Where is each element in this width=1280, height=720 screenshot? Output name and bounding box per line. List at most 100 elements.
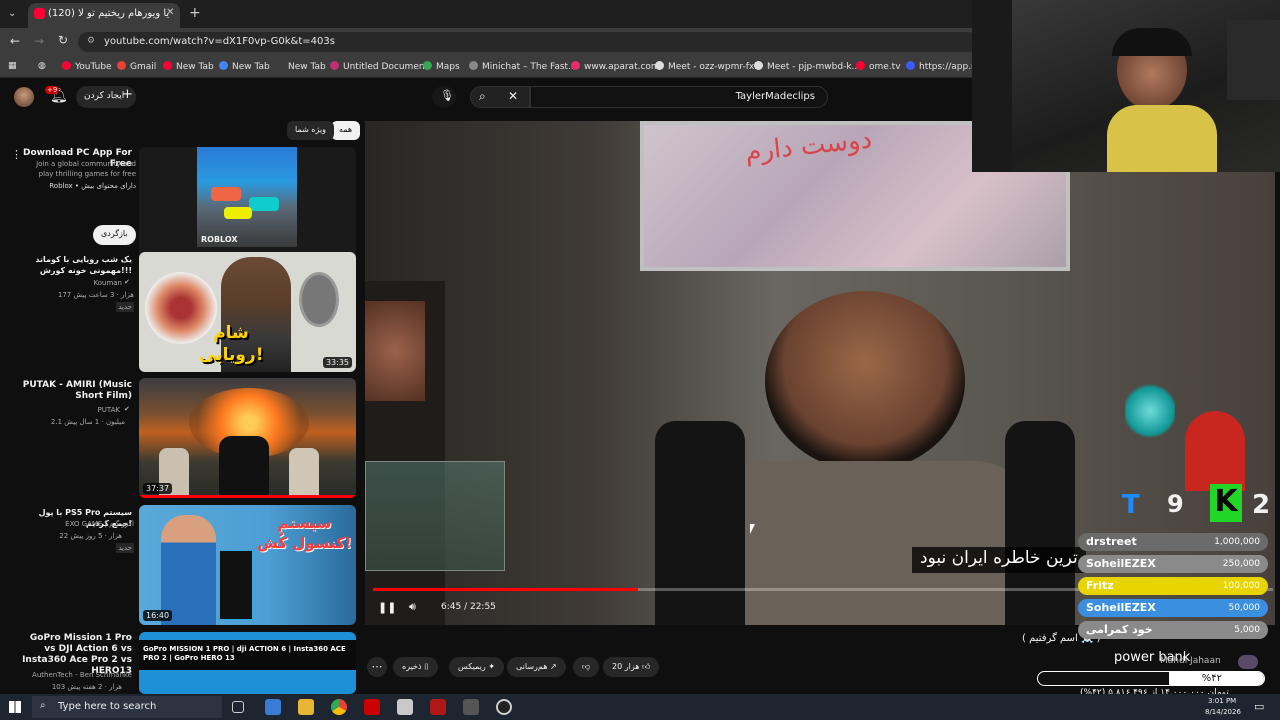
windows-start-icon[interactable] xyxy=(9,701,21,713)
video-title[interactable]: PUTAK - AMIRI (Music Short Film) xyxy=(22,380,132,402)
address-bar[interactable]: ⚙ youtube.com/watch?v=dX1F0vp-G0k&t=403s xyxy=(78,32,978,52)
bookmark-globe-icon[interactable]: ◍ xyxy=(38,61,46,71)
video-thumbnail[interactable]: شام رویایی! 33:35 xyxy=(139,252,356,372)
notification-center-icon[interactable]: ▭ xyxy=(1254,700,1264,713)
bookmark-maps[interactable]: Maps xyxy=(423,61,460,72)
file-explorer-icon[interactable] xyxy=(298,699,314,715)
donor-row: خود کمرامی 5,000 xyxy=(1078,621,1268,639)
video-thumbnail[interactable]: GoPro MISSION 1 PRO | dji ACTION 6 | Ins… xyxy=(139,632,356,694)
youtube-app-icon[interactable] xyxy=(364,699,380,715)
notification-badge: +9 xyxy=(45,86,60,94)
chip-all[interactable]: همه xyxy=(331,121,361,140)
browser-tab[interactable]: (120) یا ویورهام ریختیم تو لا xyxy=(28,3,180,28)
forward-icon[interactable]: → xyxy=(34,34,44,48)
ad-thumbnail[interactable]: ROBLOX xyxy=(139,147,356,267)
bookmark-new-tab-2[interactable]: New Tab xyxy=(219,61,270,72)
new-tab-button[interactable]: + xyxy=(189,5,201,21)
share-icon: ↗ xyxy=(550,662,557,671)
donor-name: SoheilEZEX xyxy=(1086,601,1156,614)
bookmark-meet-2[interactable]: Meet - pjp-mwbd-k... xyxy=(754,61,860,72)
thumbnail-text: سیستم کنسول کُش! xyxy=(257,514,352,552)
bookmark-new-tab-3[interactable]: New Tab xyxy=(275,61,326,72)
user-name: Mahdi Jahaan xyxy=(1160,656,1221,666)
video-thumbnail[interactable]: 37:37 xyxy=(139,378,356,498)
roblox-logo: ROBLOX xyxy=(201,235,238,244)
video-channel: Kouman xyxy=(93,279,122,287)
score-right: 2 xyxy=(1252,490,1271,520)
reload-icon[interactable]: ↻ xyxy=(58,33,68,47)
team-t-icon: T xyxy=(1122,490,1140,520)
donor-amount: 5,000 xyxy=(1234,625,1260,635)
clock-time: 3:01 PM xyxy=(1208,697,1237,705)
mixer-icon[interactable] xyxy=(463,699,479,715)
bookmark-youtube[interactable]: YouTube xyxy=(62,61,112,72)
bookmark-aparat[interactable]: www.aparat.com xyxy=(571,61,660,72)
search-button[interactable]: ⌕ xyxy=(470,86,530,108)
apps-icon[interactable]: ▦ xyxy=(8,61,17,71)
donor-row: SoheilEZEX 250,000 xyxy=(1078,555,1268,573)
url-text: youtube.com/watch?v=dX1F0vp-G0k&t=403s xyxy=(104,36,335,47)
bookmark-minichat[interactable]: Minichat – The Fast... xyxy=(469,61,577,72)
donor-amount: 250,000 xyxy=(1222,559,1260,569)
volume-icon[interactable]: 🔊︎ xyxy=(409,600,416,614)
bookmark-new-tab-1[interactable]: New Tab xyxy=(163,61,214,72)
back-button[interactable]: بازگردی xyxy=(93,225,136,245)
taskbar-search[interactable]: ⌕ Type here to search xyxy=(32,696,222,718)
pause-icon[interactable]: ❚❚ xyxy=(378,601,396,614)
video-channel: EXO GAME | اگزو گیم xyxy=(65,520,134,528)
ad-description: Join a global community and play thrilli… xyxy=(36,160,136,178)
video-meta: 103 هزار · 2 هفته پیش xyxy=(51,683,122,691)
site-info-icon[interactable]: ⚙ xyxy=(87,36,95,46)
search-input[interactable]: TaylerMadeclips xyxy=(530,86,828,108)
close-tab-icon[interactable]: ✕ xyxy=(166,7,174,18)
voice-search-button[interactable]: 🎙︎ xyxy=(432,86,456,108)
back-icon[interactable]: ← xyxy=(10,34,20,48)
thumbs-down-icon: 👎︎ xyxy=(582,662,591,671)
voicemeeter-icon[interactable] xyxy=(430,699,446,715)
donor-name: SoheilEZEX xyxy=(1086,557,1156,570)
sparkle-icon: ✦ xyxy=(488,662,495,671)
save-button[interactable]: ذخیره ⌷ xyxy=(393,657,438,677)
video-duration: 16:40 xyxy=(143,610,173,621)
chrome-icon[interactable] xyxy=(331,699,347,715)
tab-title: (120) یا ویورهام ریختیم تو لا xyxy=(48,8,170,19)
clock-date: 8/14/2026 xyxy=(1205,708,1241,716)
avatar[interactable] xyxy=(14,87,34,107)
like-button[interactable]: 20 هزار 👍︎ xyxy=(603,657,660,677)
chip-for-you[interactable]: ویژه شما xyxy=(287,121,335,140)
donor-amount: 100,000 xyxy=(1222,581,1260,591)
dislike-button[interactable]: 👎︎ xyxy=(573,657,600,677)
team-k-icon: K xyxy=(1210,484,1242,522)
video-duration: 33:35 xyxy=(322,357,352,368)
clear-search-icon[interactable]: ✕ xyxy=(508,89,518,103)
streamer-webcam xyxy=(972,0,1280,172)
search-icon: ⌕ xyxy=(479,89,486,103)
share-button[interactable]: هم‌رسانی ↗ xyxy=(507,657,566,677)
video-thumbnail[interactable]: سیستم کنسول کُش! 16:40 xyxy=(139,505,356,625)
donor-name: drstreet xyxy=(1086,535,1137,548)
bookmark-ometv[interactable]: ome.tv xyxy=(856,61,901,72)
video-title[interactable]: یک شب رویایی با کوماند مهمونی خونه کورش!… xyxy=(22,254,132,276)
bookmark-gmail[interactable]: Gmail xyxy=(117,61,156,72)
video-duration: 37:37 xyxy=(143,483,173,494)
bookmark-meet-1[interactable]: Meet - ozz-wpmr-fxi xyxy=(655,61,757,72)
time-display: 6:45 / 22:55 xyxy=(441,602,496,612)
task-view-icon[interactable] xyxy=(232,701,244,713)
more-actions-icon[interactable]: ⋯ xyxy=(367,657,387,677)
bookmark-untitled-document[interactable]: Untitled Document xyxy=(330,61,428,72)
create-button[interactable]: ایجاد کردن + xyxy=(76,86,136,108)
verified-icon: ✔ xyxy=(124,278,130,286)
tab-list-icon[interactable]: ⌄ xyxy=(8,8,16,19)
remix-button[interactable]: ریمیکس ✦ xyxy=(449,657,504,677)
microsoft-store-icon[interactable] xyxy=(265,699,281,715)
goal-bar: %۴۲ xyxy=(1037,671,1265,686)
obs-icon[interactable] xyxy=(496,699,512,715)
video-channel: PUTAK xyxy=(97,406,120,414)
donor-name: Fritz xyxy=(1086,579,1114,592)
new-badge: جدید xyxy=(116,543,134,553)
search-icon: ⌕ xyxy=(40,700,46,711)
donor-amount: 1,000,000 xyxy=(1214,537,1260,547)
thumbnail-text: شام رویایی! xyxy=(199,323,264,365)
notepad-icon[interactable] xyxy=(397,699,413,715)
donor-name: خود کمرامی xyxy=(1086,623,1153,636)
